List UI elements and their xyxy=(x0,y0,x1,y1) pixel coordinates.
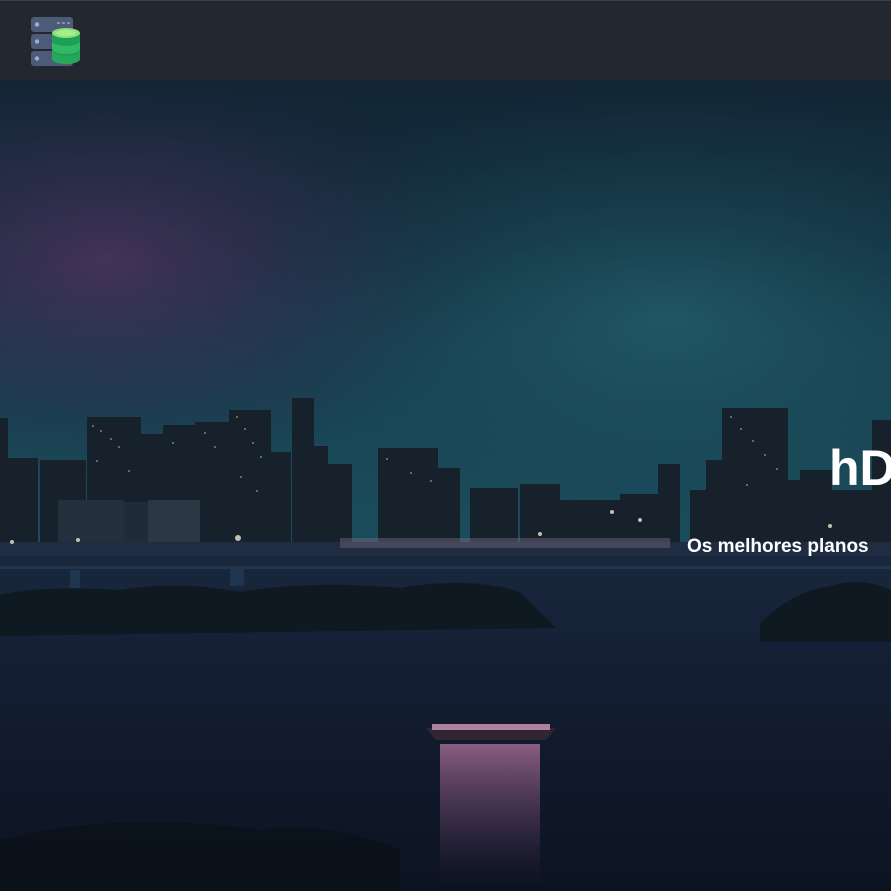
database-server-icon xyxy=(31,17,80,66)
hero-section: hD Os melhores planos xyxy=(0,80,891,891)
logo-link[interactable] xyxy=(31,17,83,67)
hero-subtitle: Os melhores planos xyxy=(687,536,869,557)
hero-title: hD xyxy=(829,440,891,496)
navbar xyxy=(0,0,891,80)
page: hD Os melhores planos xyxy=(0,0,891,891)
hero-overlay xyxy=(0,80,891,891)
